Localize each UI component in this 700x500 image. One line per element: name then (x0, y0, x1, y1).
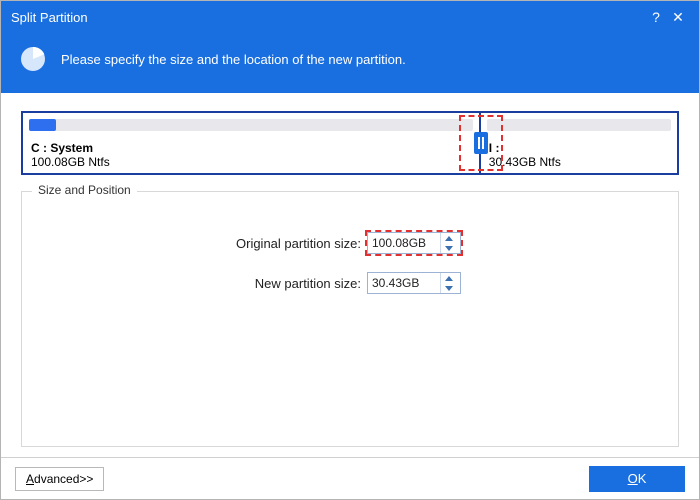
partition-right-info: 30.43GB Ntfs (489, 155, 669, 169)
original-size-row: Original partition size: (42, 232, 658, 254)
new-size-up[interactable] (441, 273, 456, 283)
content-area: C : System 100.08GB Ntfs I : 30.43GB Ntf… (1, 93, 699, 457)
original-size-down[interactable] (441, 243, 456, 253)
close-button[interactable]: ✕ (667, 9, 689, 26)
new-size-input[interactable] (368, 276, 440, 290)
partition-left-name: C : System (31, 141, 471, 155)
original-size-label: Original partition size: (42, 236, 367, 251)
partition-bar: C : System 100.08GB Ntfs I : 30.43GB Ntf… (21, 111, 679, 175)
new-size-spin-buttons (440, 273, 456, 293)
header: Please specify the size and the location… (1, 33, 699, 93)
split-drag-handle[interactable] (474, 132, 488, 154)
footer: Advanced>> OK (1, 457, 699, 499)
new-size-spinbox[interactable] (367, 272, 461, 294)
pie-chart-icon (19, 45, 47, 73)
size-position-fieldset: Size and Position Original partition siz… (21, 191, 679, 447)
help-button[interactable]: ? (645, 9, 667, 25)
new-size-row: New partition size: (42, 272, 658, 294)
split-partition-dialog: Split Partition ? ✕ Please specify the s… (0, 0, 700, 500)
titlebar: Split Partition ? ✕ (1, 1, 699, 33)
instruction-text: Please specify the size and the location… (61, 52, 406, 67)
original-size-spinbox[interactable] (367, 232, 461, 254)
ok-button[interactable]: OK (589, 466, 685, 492)
partition-right-name: I : (489, 141, 669, 155)
partition-right: I : 30.43GB Ntfs (481, 113, 677, 173)
advanced-button-rest: dvanced>> (34, 472, 93, 486)
advanced-button[interactable]: Advanced>> (15, 467, 104, 491)
new-size-down[interactable] (441, 283, 456, 293)
original-size-spin-buttons (440, 233, 456, 253)
fieldset-legend: Size and Position (32, 183, 137, 197)
partition-right-track (487, 119, 671, 131)
dialog-title: Split Partition (11, 10, 88, 25)
ok-button-rest: K (638, 471, 647, 486)
partition-left-info: 100.08GB Ntfs (31, 155, 471, 169)
partition-left-track (29, 119, 473, 131)
new-size-label: New partition size: (42, 276, 367, 291)
partition-left: C : System 100.08GB Ntfs (23, 113, 481, 173)
original-size-up[interactable] (441, 233, 456, 243)
original-size-input[interactable] (368, 236, 440, 250)
partition-left-used (29, 119, 56, 131)
